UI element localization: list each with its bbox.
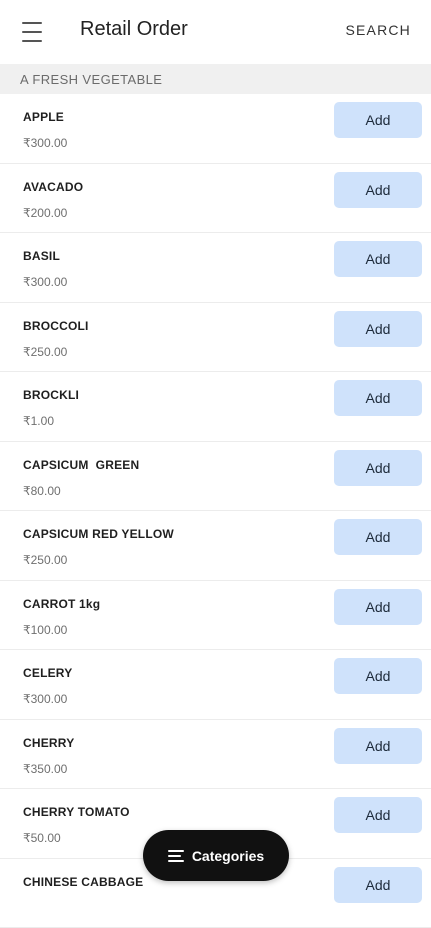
item-price: ₹350.00 — [23, 762, 67, 776]
item-name: CAPSICUM RED YELLOW — [23, 527, 174, 541]
add-button[interactable]: Add — [334, 450, 422, 486]
item-name: BROCKLI — [23, 388, 79, 402]
item-price: ₹100.00 — [23, 623, 67, 637]
list-item: CAPSICUM GREEN ₹80.00 Add — [0, 442, 431, 512]
item-price: ₹250.00 — [23, 553, 67, 567]
page-title: Retail Order — [80, 18, 188, 41]
categories-label: Categories — [192, 848, 264, 864]
item-name: AVACADO — [23, 180, 83, 194]
list-item: CAPSICUM RED YELLOW ₹250.00 Add — [0, 511, 431, 581]
search-button[interactable]: SEARCH — [345, 22, 411, 38]
list-item: BROCCOLI ₹250.00 Add — [0, 303, 431, 373]
item-name: CELERY — [23, 666, 72, 680]
item-price: ₹300.00 — [23, 275, 67, 289]
add-button[interactable]: Add — [334, 797, 422, 833]
add-button[interactable]: Add — [334, 311, 422, 347]
add-button[interactable]: Add — [334, 867, 422, 903]
add-button[interactable]: Add — [334, 519, 422, 555]
item-name: CHERRY — [23, 736, 74, 750]
list-item: CELERY ₹300.00 Add — [0, 650, 431, 720]
list-item: CARROT 1kg ₹100.00 Add — [0, 581, 431, 651]
item-price: ₹300.00 — [23, 136, 67, 150]
product-list: APPLE ₹300.00 Add AVACADO ₹200.00 Add BA… — [0, 94, 431, 928]
item-price: ₹50.00 — [23, 831, 61, 845]
categories-button[interactable]: Categories — [143, 830, 289, 881]
item-price: ₹250.00 — [23, 345, 67, 359]
categories-list-icon — [168, 850, 184, 862]
item-name: BROCCOLI — [23, 319, 89, 333]
list-item: APPLE ₹300.00 Add — [0, 94, 431, 164]
item-price: ₹200.00 — [23, 206, 67, 220]
add-button[interactable]: Add — [334, 102, 422, 138]
list-item: AVACADO ₹200.00 Add — [0, 164, 431, 234]
add-button[interactable]: Add — [334, 728, 422, 764]
item-name: BASIL — [23, 249, 60, 263]
add-button[interactable]: Add — [334, 380, 422, 416]
app-bar: Retail Order SEARCH — [0, 0, 431, 64]
item-name: CHERRY TOMATO — [23, 805, 130, 819]
add-button[interactable]: Add — [334, 241, 422, 277]
menu-icon[interactable] — [22, 20, 50, 44]
add-button[interactable]: Add — [334, 172, 422, 208]
item-price: ₹80.00 — [23, 484, 61, 498]
list-item: BROCKLI ₹1.00 Add — [0, 372, 431, 442]
item-name: APPLE — [23, 110, 64, 124]
item-price: ₹300.00 — [23, 692, 67, 706]
add-button[interactable]: Add — [334, 658, 422, 694]
item-name: CARROT 1kg — [23, 597, 100, 611]
item-name: CHINESE CABBAGE — [23, 875, 143, 889]
item-price: ₹1.00 — [23, 414, 54, 428]
list-item: BASIL ₹300.00 Add — [0, 233, 431, 303]
section-header: A FRESH VEGETABLE — [0, 64, 431, 94]
list-item: CHERRY ₹350.00 Add — [0, 720, 431, 790]
item-name: CAPSICUM GREEN — [23, 458, 139, 472]
add-button[interactable]: Add — [334, 589, 422, 625]
